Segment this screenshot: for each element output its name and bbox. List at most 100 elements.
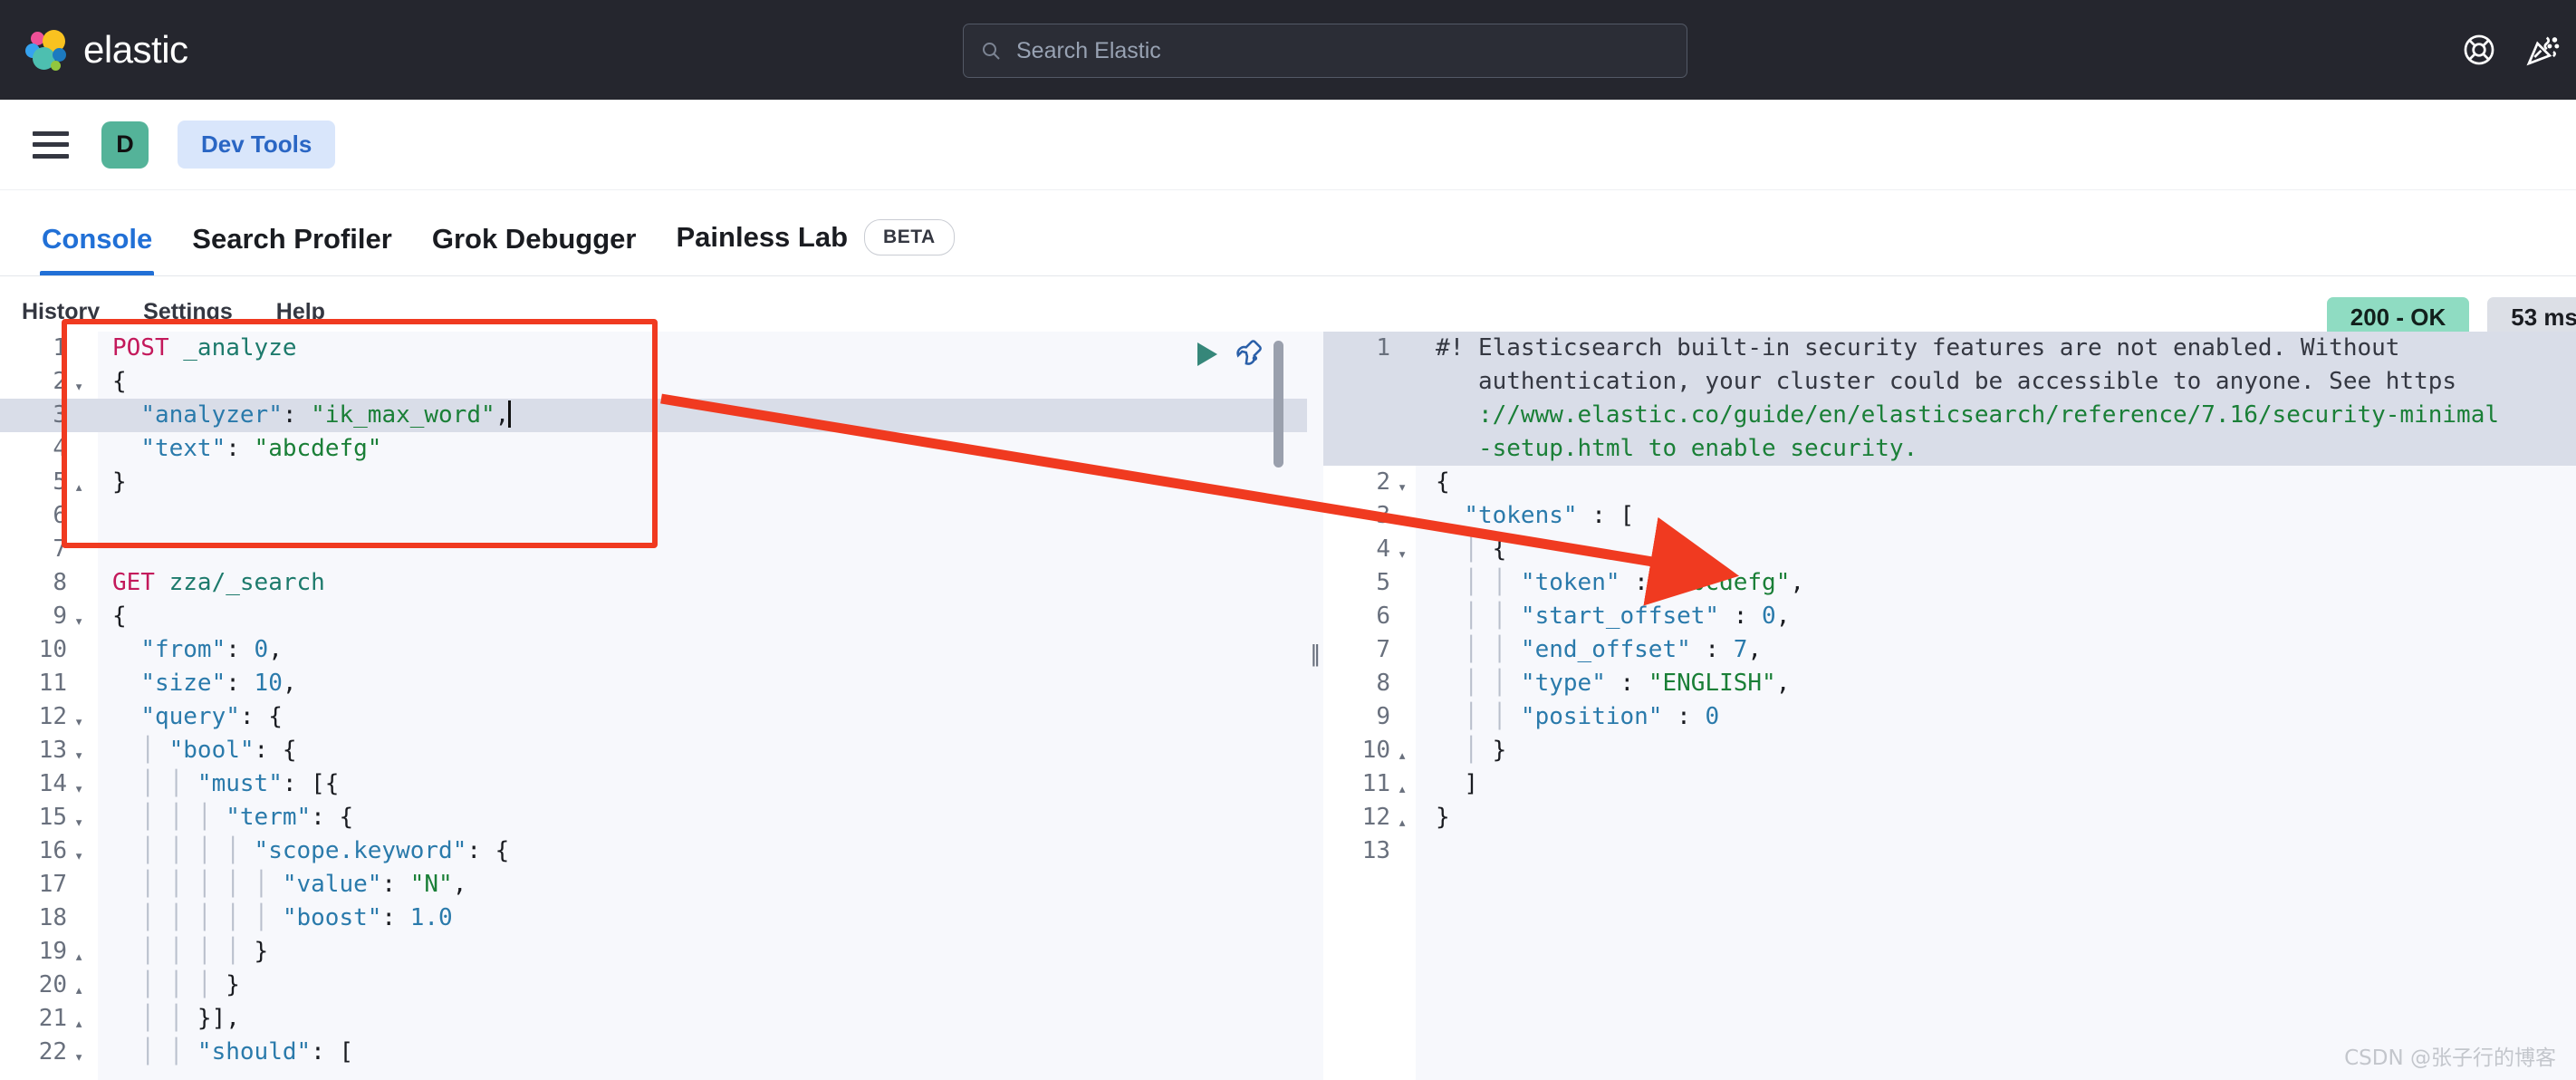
pane-resize-divider[interactable]: ||	[1307, 332, 1323, 1080]
fold-toggle-icon	[1394, 834, 1421, 840]
help-lifebuoy-icon[interactable]	[2462, 33, 2496, 67]
code-line: 1 POST _analyze	[0, 332, 1307, 365]
code-line: 14 ▾ │ │ "must": [{	[0, 767, 1307, 801]
news-confetti-icon[interactable]	[2525, 33, 2560, 67]
request-editor-pane[interactable]: 1 POST _analyze 2 ▾ {3 "analyzer": "ik_max_w…	[0, 332, 1307, 1080]
code-line: 13 ▾ │ "bool": {	[0, 734, 1307, 767]
line-number: 12	[1361, 804, 1390, 831]
code-text: "tokens" : [	[1464, 502, 1635, 529]
space-avatar[interactable]: D	[101, 121, 149, 169]
code-text: │ "bool": {	[112, 737, 297, 764]
code-text: "text": "abcdefg"	[140, 435, 382, 462]
request-scrollbar[interactable]	[1274, 341, 1283, 468]
text-cursor	[508, 400, 512, 428]
code-text: │ │ "type" : "ENGLISH",	[1436, 670, 1791, 697]
code-text: │ {	[1436, 535, 1507, 563]
code-text: }	[112, 468, 127, 496]
code-text: │ │ │ │ "scope.keyword": {	[112, 837, 510, 864]
code-line: 8 GET zza/_search	[0, 566, 1307, 600]
line-number: 2	[53, 368, 67, 395]
console-menu-history[interactable]: History	[22, 299, 100, 325]
tab-console-label: Console	[42, 223, 153, 255]
line-number: 5	[53, 468, 67, 496]
line-number: 19	[38, 938, 67, 965]
code-text: │ │ │ }	[112, 971, 240, 998]
breadcrumb-dev-tools[interactable]: Dev Tools	[178, 121, 336, 169]
response-editor-pane[interactable]: ✕ 1#! Elasticsearch built-in security fe…	[1323, 332, 2576, 1080]
code-line: 3 "analyzer": "ik_max_word",	[0, 399, 1307, 432]
tab-grok-debugger[interactable]: Grok Debugger	[412, 223, 657, 275]
code-text: POST _analyze	[112, 334, 297, 362]
line-number: 22	[38, 1038, 67, 1066]
line-number: 12	[38, 703, 67, 730]
line-number: 6	[53, 502, 67, 529]
request-code[interactable]: 1 POST _analyze 2 ▾ {3 "analyzer": "ik_max_w…	[0, 332, 1307, 1080]
code-text: │ │ │ │ }	[112, 938, 269, 965]
code-text: GET zza/_search	[112, 569, 325, 596]
code-line: 18 │ │ │ │ │ "boost": 1.0	[0, 902, 1307, 935]
line-number: 7	[1376, 636, 1390, 663]
code-text: │ │ "end_offset" : 7,	[1436, 636, 1763, 663]
global-search-input[interactable]: Search Elastic	[963, 24, 1687, 78]
send-request-play-button[interactable]	[1197, 342, 1217, 366]
tab-search-profiler[interactable]: Search Profiler	[172, 223, 412, 275]
line-number: 11	[38, 670, 67, 697]
fold-toggle-icon	[1394, 600, 1421, 605]
fold-toggle-icon	[71, 533, 98, 538]
response-code: 1 #! Elasticsearch built-in security feat…	[1323, 332, 2576, 1080]
code-text: }	[1436, 804, 1450, 831]
line-number: 1	[1376, 334, 1390, 362]
fold-toggle-icon	[71, 332, 98, 337]
code-text: │ │ "position" : 0	[1436, 703, 1720, 730]
fold-toggle-icon	[1394, 700, 1421, 706]
code-text: │ │ │ "term": {	[112, 804, 354, 831]
code-text: │ │ "must": [{	[112, 770, 340, 797]
line-number: 21	[38, 1005, 67, 1032]
tab-painless-lab[interactable]: Painless Lab BETA	[657, 219, 975, 275]
fold-toggle-icon	[71, 868, 98, 873]
code-line: 9 │ │ "position" : 0	[1323, 700, 2576, 734]
tab-console[interactable]: Console	[22, 223, 172, 275]
code-line: 6 │ │ "start_offset" : 0,	[1323, 600, 2576, 633]
fold-toggle-icon	[1394, 399, 1421, 404]
line-number: 14	[38, 770, 67, 797]
code-text: │ │ "token" : "abcdefg",	[1436, 569, 1805, 596]
console-menu-help[interactable]: Help	[276, 299, 325, 325]
code-line: 10 "from": 0,	[0, 633, 1307, 667]
wrench-icon[interactable]	[1234, 337, 1264, 368]
code-line: ://www.elastic.co/guide/en/elasticsearch…	[1323, 399, 2576, 432]
console-menu-bar: History Settings Help	[0, 292, 2576, 332]
code-line: 7	[0, 533, 1307, 566]
console-menu-settings[interactable]: Settings	[143, 299, 233, 325]
brand-name: elastic	[83, 28, 188, 71]
line-number: 17	[38, 871, 67, 898]
breadcrumb-bar: D Dev Tools	[0, 100, 2576, 190]
code-text: {	[1436, 468, 1450, 496]
fold-toggle-icon	[1394, 365, 1421, 371]
hamburger-menu-icon[interactable]	[33, 130, 69, 159]
line-number: 8	[1376, 670, 1390, 697]
line-number: 2	[1376, 468, 1390, 496]
tab-grok-debugger-label: Grok Debugger	[431, 223, 637, 255]
code-text: "size": 10,	[140, 670, 297, 697]
code-text: {	[112, 603, 127, 630]
fold-toggle-icon	[71, 432, 98, 438]
code-text: "query": {	[140, 703, 283, 730]
line-number: 8	[53, 569, 67, 596]
line-number: 9	[1376, 703, 1390, 730]
line-number: 18	[38, 904, 67, 931]
line-number: 16	[38, 837, 67, 864]
line-number: 5	[1376, 569, 1390, 596]
code-line: 4 ▾ │ {	[1323, 533, 2576, 566]
elastic-logo[interactable]: elastic	[24, 27, 188, 72]
code-line: 2 ▾{	[1323, 466, 2576, 499]
code-line: 12 ▾ "query": {	[0, 700, 1307, 734]
code-line: 5 │ │ "token" : "abcdefg",	[1323, 566, 2576, 600]
fold-toggle-icon[interactable]: ▾	[71, 1036, 98, 1075]
code-line: 4 "text": "abcdefg"	[0, 432, 1307, 466]
line-number: 10	[38, 636, 67, 663]
line-number: 4	[53, 435, 67, 462]
fold-toggle-icon	[71, 566, 98, 572]
pane-drag-handle[interactable]: ||	[1311, 640, 1320, 668]
code-line: 3 ▾ "tokens" : [	[1323, 499, 2576, 533]
